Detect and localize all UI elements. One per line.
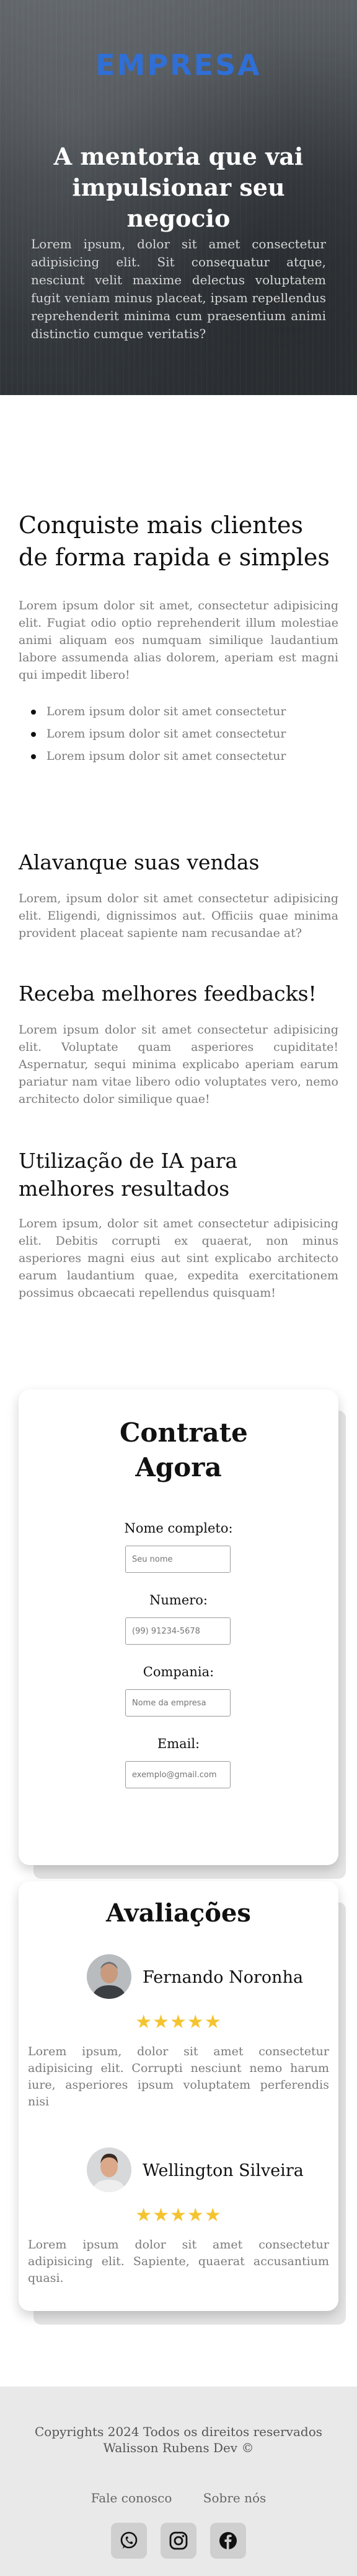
contact-link[interactable]: Fale conosco xyxy=(91,2491,172,2505)
list-item: Lorem ipsum dolor sit amet consectetur xyxy=(19,726,288,742)
reviews-card: Avaliações Fernando Noronha ★★★★★ Lorem … xyxy=(19,1881,338,2311)
facebook-icon xyxy=(219,2532,237,2549)
reviewer-wellington: Wellington Silveira xyxy=(87,2147,304,2193)
whatsapp-icon xyxy=(120,2531,138,2549)
feature-title: Utilização de IA para melhores resultado… xyxy=(19,1149,238,1201)
avatar xyxy=(87,2147,131,2192)
avatar xyxy=(87,1954,131,1999)
contact-title: Contrate Agora xyxy=(120,1417,248,1482)
feature-sales: Alavanque suas vendas Lorem, ipsum dolor… xyxy=(19,848,338,942)
intro-bullet-list: Lorem ipsum dolor sit amet consectetur L… xyxy=(19,703,338,764)
contact-form-card: Contrate Agora Nome completo: Numero: Co… xyxy=(19,1390,338,1865)
list-item: Lorem ipsum dolor sit amet consectetur xyxy=(19,703,288,720)
reviews-title: Avaliações xyxy=(106,1899,251,1928)
company-label: Compania: xyxy=(143,1664,214,1679)
feature-feedback: Receba melhores feedbacks! Lorem ipsum d… xyxy=(19,980,338,1108)
brand-logo[interactable]: EMPRESA xyxy=(0,48,357,82)
feature-text: Lorem ipsum, dolor sit amet consectetur … xyxy=(19,1217,338,1300)
review-text: Lorem ipsum, dolor sit amet consectetur … xyxy=(28,2045,329,2108)
copyright: Copyrights 2024 Todos os direitos reserv… xyxy=(0,2424,357,2456)
feature-title: Receba melhores feedbacks! xyxy=(19,981,317,1006)
facebook-button[interactable] xyxy=(210,2523,246,2559)
social-links xyxy=(0,2523,357,2559)
whatsapp-button[interactable] xyxy=(111,2523,147,2559)
copyright-author: Walisson Rubens Dev © xyxy=(103,2440,254,2455)
star-rating: ★★★★★ xyxy=(135,2011,222,2033)
reviewer-fernando: Fernando Noronha xyxy=(87,1954,303,2000)
phone-field[interactable] xyxy=(125,1617,231,1645)
footer-links: Fale conosco Sobre nós xyxy=(0,2491,357,2505)
phone-label: Numero: xyxy=(149,1593,208,1608)
intro-title: Conquiste mais clientes de forma rapida … xyxy=(19,511,330,571)
name-label: Nome completo: xyxy=(124,1521,233,1536)
feature-ai: Utilização de IA para melhores resultado… xyxy=(19,1147,338,1302)
copyright-line: Copyrights 2024 Todos os direitos reserv… xyxy=(34,2424,323,2439)
intro-section: Conquiste mais clientes de forma rapida … xyxy=(19,509,338,770)
email-field[interactable] xyxy=(125,1761,231,1788)
instagram-button[interactable] xyxy=(161,2523,196,2559)
hero-banner: EMPRESA A mentoria que vai impulsionar s… xyxy=(0,0,357,395)
feature-text: Lorem, ipsum dolor sit amet consectetur … xyxy=(19,892,338,940)
hero-text: Lorem ipsum, dolor sit amet consectetur … xyxy=(31,237,326,341)
hero-title: A mentoria que vai impulsionar seu negoc… xyxy=(53,142,304,232)
footer: Copyrights 2024 Todos os direitos reserv… xyxy=(0,2387,357,2576)
about-link[interactable]: Sobre nós xyxy=(203,2491,266,2505)
reviewer-name: Fernando Noronha xyxy=(143,1968,304,1987)
intro-text: Lorem ipsum dolor sit amet, consectetur … xyxy=(19,599,338,682)
feature-text: Lorem ipsum dolor sit amet consectetur a… xyxy=(19,1023,338,1106)
instagram-icon xyxy=(169,2531,188,2550)
list-item: Lorem ipsum dolor sit amet consectetur xyxy=(19,748,288,764)
reviewer-name: Wellington Silveira xyxy=(143,2161,304,2180)
feature-title: Alavanque suas vendas xyxy=(19,850,260,874)
email-label: Email: xyxy=(157,1736,200,1751)
star-rating: ★★★★★ xyxy=(135,2204,222,2226)
name-field[interactable] xyxy=(125,1546,231,1573)
company-field[interactable] xyxy=(125,1689,231,1717)
review-text: Lorem ipsum dolor sit amet consectetur a… xyxy=(28,2238,329,2285)
